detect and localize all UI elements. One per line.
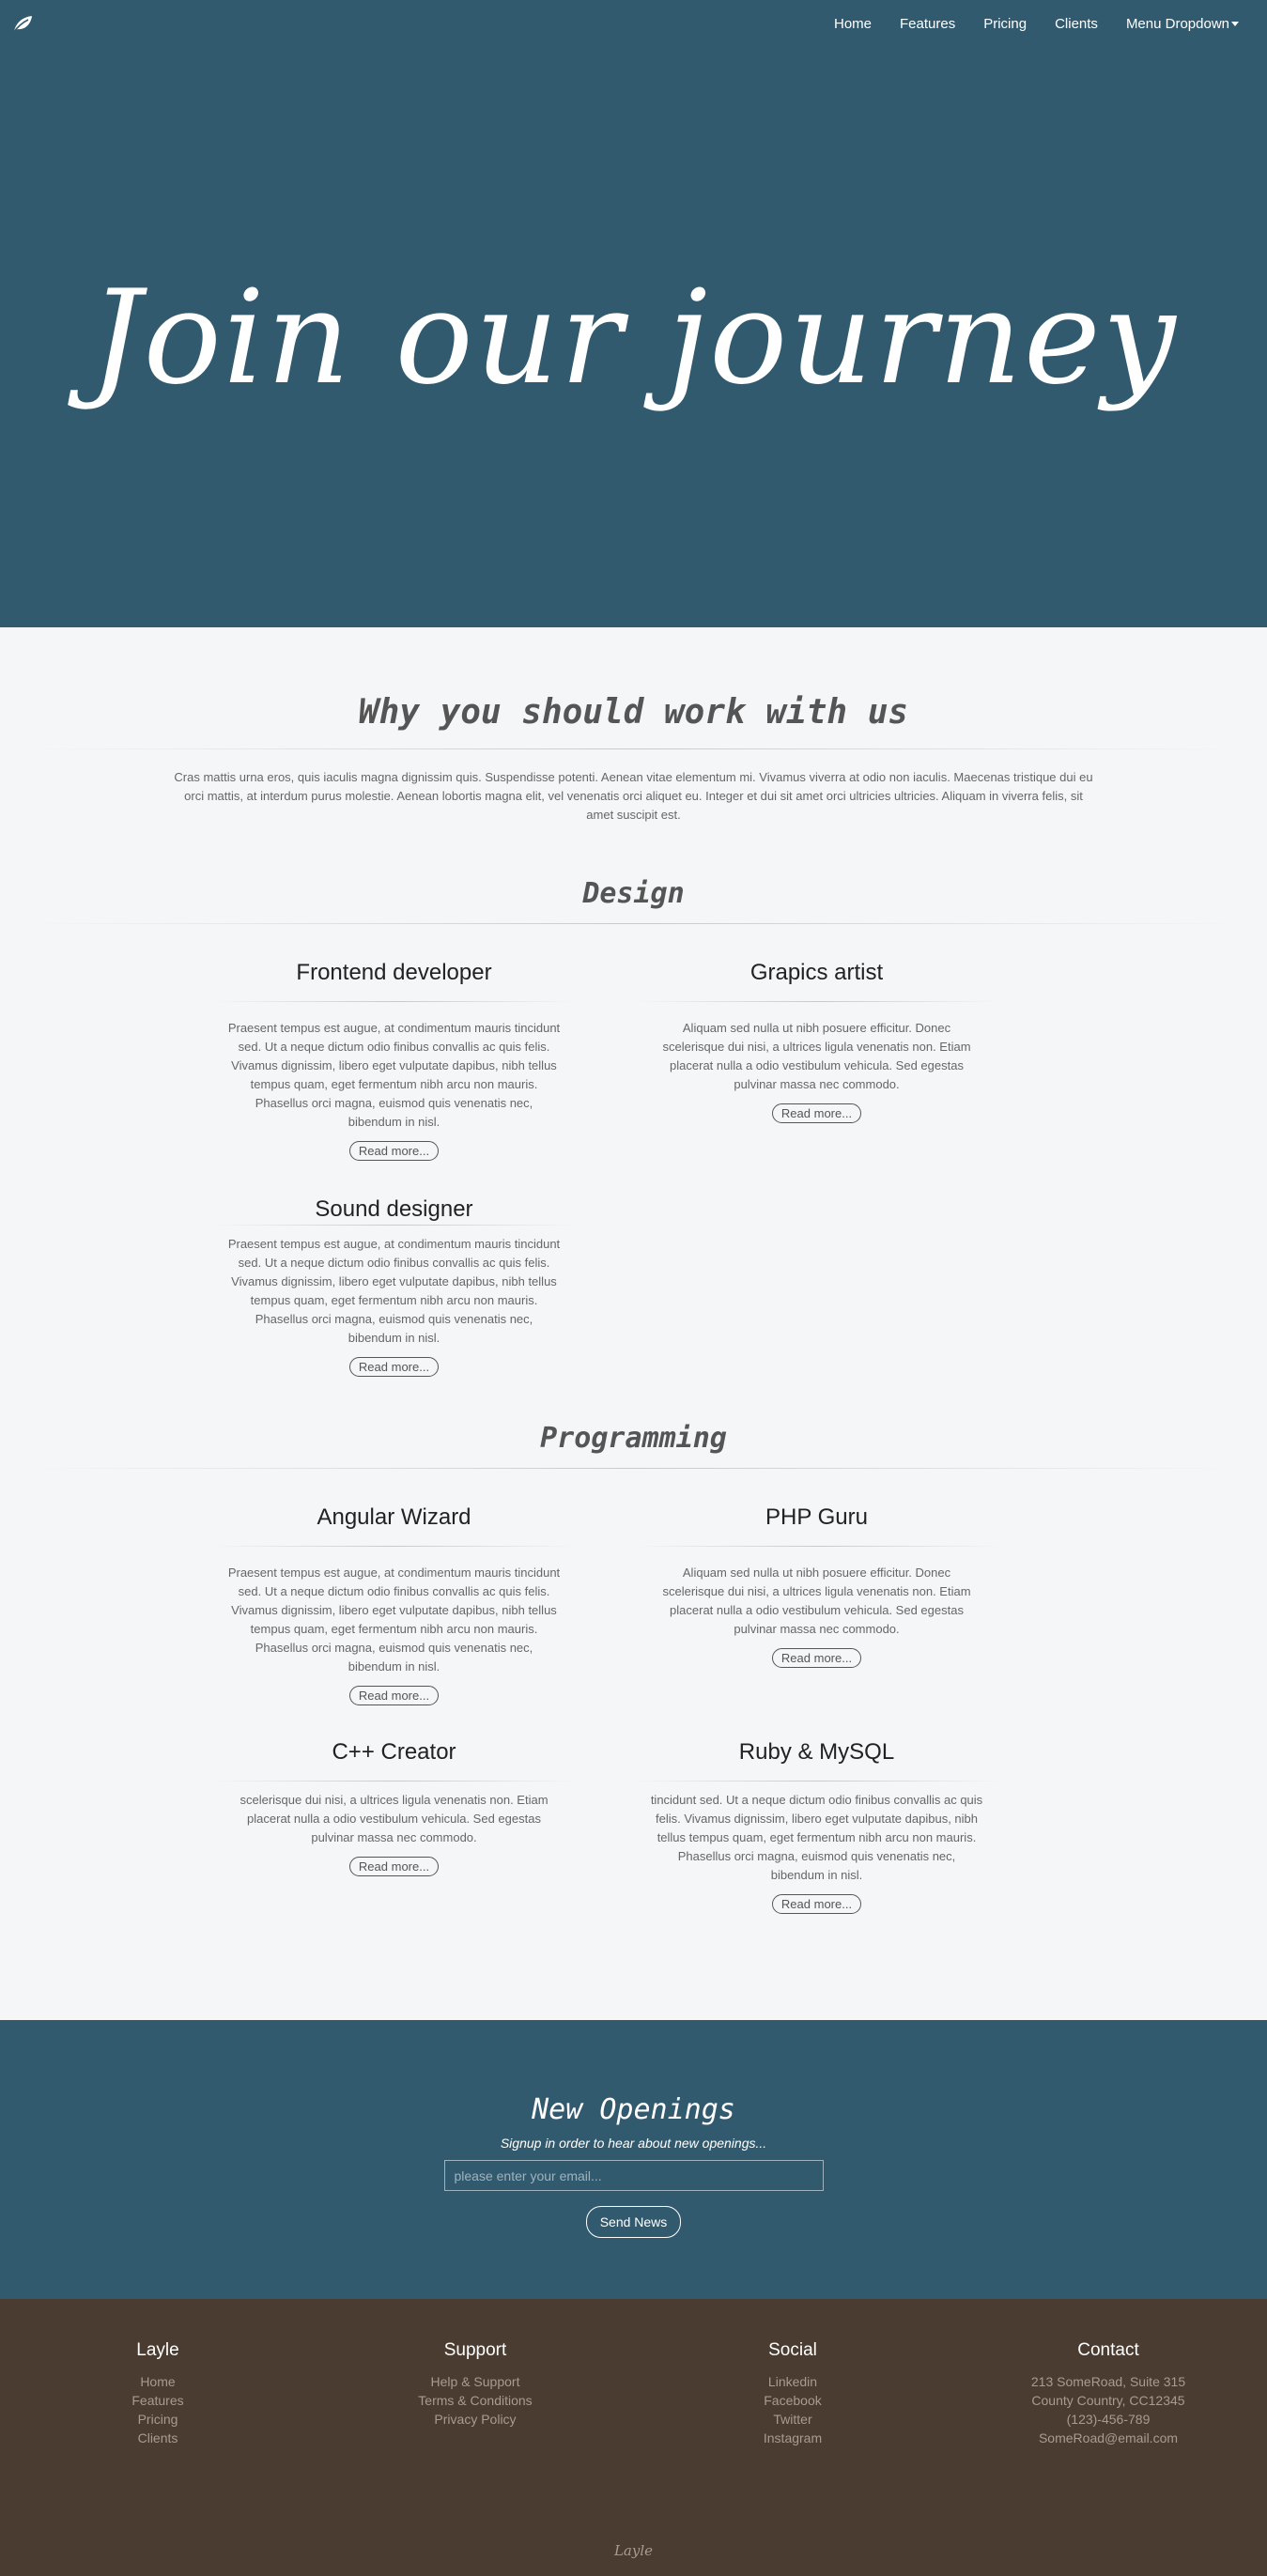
contact-address: 213 SomeRoad, Suite 315 [1030, 2374, 1186, 2389]
job-title: PHP Guru [765, 1504, 868, 1530]
read-more-button[interactable]: Read more... [771, 1648, 862, 1668]
job-card-sound: Sound designer Praesent tempus est augue… [210, 1196, 578, 1377]
contact-email[interactable]: SomeRoad@email.com [996, 2429, 1221, 2447]
nav-clients[interactable]: Clients [1055, 16, 1098, 32]
job-text: tincidunt sed. Ut a neque dictum odio fi… [650, 1793, 983, 1882]
job-card-php: PHP Guru Aliquam sed nulla ut nibh posue… [633, 1504, 1000, 1668]
job-title: Frontend developer [296, 960, 492, 985]
read-more-button[interactable]: Read more... [348, 1357, 440, 1377]
footer-link-privacy[interactable]: Privacy Policy [363, 2410, 588, 2429]
email-input[interactable] [443, 2160, 824, 2191]
footer-link-pricing[interactable]: Pricing [45, 2410, 270, 2429]
hero-section: Join our journey [0, 0, 1267, 627]
job-card-graphics: Grapics artist Aliquam sed nulla ut nibh… [633, 960, 1000, 1123]
divider [28, 748, 1239, 749]
footer-link-instagram[interactable]: Instagram [680, 2429, 905, 2447]
footer-link-facebook[interactable]: Facebook [680, 2391, 905, 2410]
newsletter-section: New Openings Signup in order to hear abo… [0, 2020, 1267, 2299]
job-text: Praesent tempus est augue, at condimentu… [227, 1237, 561, 1345]
footer-link-terms[interactable]: Terms & Conditions [363, 2391, 588, 2410]
footer-link-home[interactable]: Home [45, 2372, 270, 2391]
footer-col-layle: Layle Home Features Pricing Clients [45, 2340, 270, 2447]
job-card-ruby: Ruby & MySQL tincidunt sed. Ut a neque d… [633, 1739, 1000, 1914]
job-title: Angular Wizard [317, 1504, 471, 1530]
read-more-button[interactable]: Read more... [348, 1141, 440, 1161]
caret-down-icon [1231, 22, 1239, 27]
divider [633, 1781, 1000, 1782]
job-card-frontend: Frontend developer Praesent tempus est a… [210, 960, 578, 1161]
leaf-icon[interactable] [11, 13, 34, 34]
divider [210, 1546, 578, 1547]
read-more-button[interactable]: Read more... [771, 1894, 862, 1914]
footer: Layle Home Features Pricing Clients Supp… [0, 2299, 1267, 2576]
read-more-button[interactable]: Read more... [348, 1857, 440, 1876]
job-text: Aliquam sed nulla ut nibh posuere effici… [662, 1021, 971, 1091]
footer-col-title: Layle [136, 2340, 179, 2360]
job-card-cpp: C++ Creator scelerisque dui nisi, a ultr… [210, 1739, 578, 1876]
job-text: Aliquam sed nulla ut nibh posuere effici… [662, 1566, 971, 1636]
divider [210, 1001, 578, 1002]
footer-brand: Layle [613, 2542, 654, 2559]
job-title: Sound designer [315, 1196, 473, 1222]
contact-city: County Country, CC12345 [1031, 2393, 1185, 2408]
footer-col-title: Support [443, 2340, 507, 2360]
job-title: Ruby & MySQL [738, 1739, 895, 1765]
nav-menu-dropdown-label: Menu Dropdown [1125, 15, 1229, 32]
newsletter-subtitle: Signup in order to hear about new openin… [500, 2136, 767, 2151]
footer-col-title: Contact [1077, 2340, 1139, 2360]
why-title: Why you should work with us [358, 693, 909, 732]
footer-col-support: Support Help & Support Terms & Condition… [363, 2340, 588, 2429]
newsletter-title: New Openings [532, 2093, 735, 2126]
footer-link-linkedin[interactable]: Linkedin [680, 2372, 905, 2391]
divider [210, 1225, 578, 1226]
design-title: Design [582, 877, 685, 910]
job-title: Grapics artist [749, 960, 884, 985]
divider [633, 1001, 1000, 1002]
programming-title: Programming [540, 1422, 727, 1455]
footer-col-title: Social [768, 2340, 817, 2360]
footer-col-social: Social Linkedin Facebook Twitter Instagr… [680, 2340, 905, 2447]
footer-link-features[interactable]: Features [45, 2391, 270, 2410]
programming-grid: Angular Wizard Praesent tempus est augue… [210, 1469, 1057, 1938]
job-text: Praesent tempus est augue, at condimentu… [227, 1566, 561, 1674]
main-menu: Home Features Pricing Clients Menu Dropd… [806, 0, 1239, 47]
job-title: C++ Creator [332, 1739, 456, 1765]
read-more-button[interactable]: Read more... [771, 1103, 862, 1123]
nav-home[interactable]: Home [834, 16, 872, 32]
nav-pricing[interactable]: Pricing [983, 16, 1027, 32]
top-navbar: Home Features Pricing Clients Menu Dropd… [0, 0, 1267, 47]
send-news-button[interactable]: Send News [585, 2206, 682, 2238]
nav-menu-dropdown[interactable]: Menu Dropdown [1126, 16, 1239, 32]
content-section: Why you should work with us Cras mattis … [0, 627, 1267, 2020]
divider [633, 1546, 1000, 1547]
job-text: Praesent tempus est augue, at condimentu… [227, 1021, 561, 1129]
job-card-angular: Angular Wizard Praesent tempus est augue… [210, 1504, 578, 1705]
footer-link-clients[interactable]: Clients [45, 2429, 270, 2447]
footer-link-help[interactable]: Help & Support [363, 2372, 588, 2391]
hero-title: Join our journey [89, 261, 1178, 413]
design-grid: Frontend developer Praesent tempus est a… [210, 924, 1057, 1422]
why-text: Cras mattis urna eros, quis iaculis magn… [174, 770, 1093, 822]
footer-col-contact: Contact 213 SomeRoad, Suite 315 County C… [996, 2340, 1221, 2447]
read-more-button[interactable]: Read more... [348, 1686, 440, 1705]
divider [210, 1781, 578, 1782]
contact-phone: (123)-456-789 [1066, 2412, 1151, 2427]
nav-features[interactable]: Features [900, 16, 955, 32]
job-text: scelerisque dui nisi, a ultrices ligula … [239, 1793, 549, 1844]
footer-link-twitter[interactable]: Twitter [680, 2410, 905, 2429]
